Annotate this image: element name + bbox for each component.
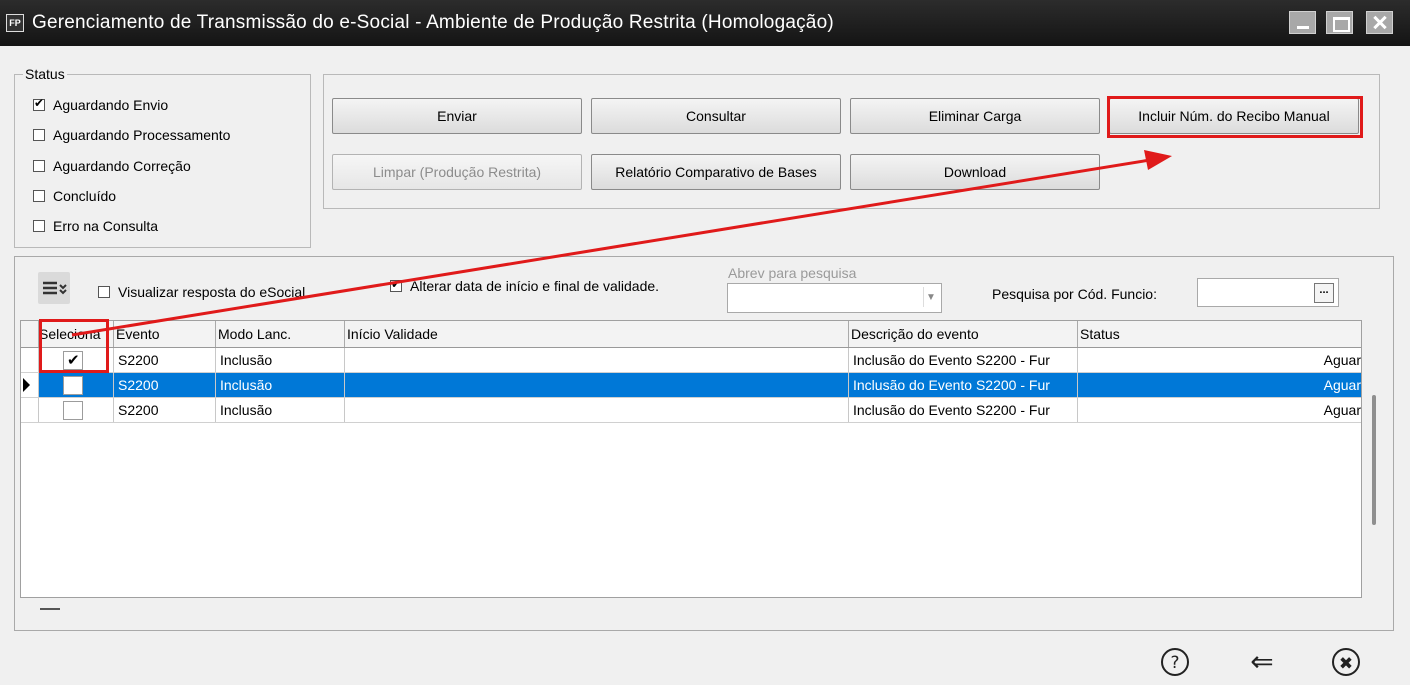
maximize-button[interactable]: [1326, 11, 1353, 34]
table-row[interactable]: S2200 Inclusão Inclusão do Evento S2200 …: [21, 373, 1361, 398]
status-label: Erro na Consulta: [53, 218, 159, 234]
svg-text:?: ?: [1170, 653, 1179, 673]
status-concluido[interactable]: Concluído: [33, 186, 116, 206]
consultar-button[interactable]: Consultar: [591, 98, 841, 134]
title-bar: FP Gerenciamento de Transmissão do e-Soc…: [0, 0, 1410, 46]
row-status: Aguar: [1323, 402, 1361, 418]
close-window-button[interactable]: [1366, 11, 1393, 34]
enviar-button[interactable]: Enviar: [332, 98, 582, 134]
visualizar-resposta-label: Visualizar resposta do eSocial: [118, 284, 306, 300]
minimize-button[interactable]: [1289, 11, 1316, 34]
vertical-scrollbar[interactable]: [1372, 395, 1376, 525]
abrev-pesquisa-label: Abrev para pesquisa: [728, 265, 857, 281]
status-label: Aguardando Processamento: [53, 127, 231, 143]
alterar-validade-option[interactable]: Alterar data de início e final de valida…: [390, 276, 659, 296]
row-inicio: [345, 373, 849, 397]
relatorio-comparativo-button[interactable]: Relatório Comparativo de Bases: [591, 154, 841, 190]
row-modo: Inclusão: [216, 398, 345, 422]
header-indicator: [21, 321, 39, 347]
alterar-validade-checkbox[interactable]: [390, 277, 402, 292]
status-aguardando-correcao[interactable]: Aguardando Correção: [33, 156, 191, 176]
checkbox-erro-consulta[interactable]: [33, 220, 45, 232]
status-group-legend: Status: [23, 66, 67, 82]
window-title: Gerenciamento de Transmissão do e-Social…: [32, 12, 834, 33]
table-row[interactable]: S2200 Inclusão Inclusão do Evento S2200 …: [21, 398, 1361, 423]
pesquisa-cod-label: Pesquisa por Cód. Funcio:: [992, 286, 1157, 302]
help-icon[interactable]: ?: [1159, 646, 1191, 678]
row-status: Aguar: [1323, 352, 1361, 368]
row-select-cell[interactable]: [39, 373, 114, 397]
visualizar-resposta-checkbox[interactable]: [98, 286, 110, 298]
row-modo: Inclusão: [216, 373, 345, 397]
download-button[interactable]: Download: [850, 154, 1100, 190]
checkbox-aguardando-envio[interactable]: [33, 96, 45, 111]
events-grid: Seleciona Evento Modo Lanc. Início Valid…: [20, 320, 1362, 598]
eliminar-carga-button[interactable]: Eliminar Carga: [850, 98, 1100, 134]
header-modo-lanc[interactable]: Modo Lanc.: [216, 321, 345, 347]
grid-header: Seleciona Evento Modo Lanc. Início Valid…: [21, 321, 1361, 348]
header-status[interactable]: Status: [1078, 321, 1361, 347]
row-indicator: [21, 348, 39, 372]
alterar-validade-label: Alterar data de início e final de valida…: [410, 278, 660, 294]
abrev-pesquisa-combo[interactable]: ▼: [727, 283, 942, 313]
status-label: Aguardando Correção: [53, 158, 191, 174]
row-inicio: [345, 398, 849, 422]
pesquisa-cod-input[interactable]: ...: [1197, 278, 1339, 307]
row-indicator: [21, 398, 39, 422]
row-descricao: Inclusão do Evento S2200 - Fur: [849, 398, 1078, 422]
visualizar-resposta-option[interactable]: Visualizar resposta do eSocial: [98, 282, 305, 302]
ellipsis-button[interactable]: ...: [1314, 283, 1334, 303]
row-status: Aguar: [1323, 377, 1361, 393]
row-modo: Inclusão: [216, 348, 345, 372]
checkbox-concluido[interactable]: [33, 190, 45, 202]
row-evento: S2200: [114, 398, 216, 422]
back-arrow-icon[interactable]: ⇐: [1246, 646, 1278, 678]
table-row[interactable]: S2200 Inclusão Inclusão do Evento S2200 …: [21, 348, 1361, 373]
row-inicio: [345, 348, 849, 372]
highlight-incluir-recibo: [1107, 96, 1363, 138]
row-select-checkbox[interactable]: [63, 401, 83, 420]
row-evento: S2200: [114, 373, 216, 397]
header-evento[interactable]: Evento: [114, 321, 216, 347]
status-group: Status Aguardando Envio Aguardando Proce…: [14, 66, 311, 248]
checkbox-aguardando-processamento[interactable]: [33, 129, 45, 141]
checkbox-aguardando-correcao[interactable]: [33, 160, 45, 172]
status-erro-consulta[interactable]: Erro na Consulta: [33, 216, 158, 236]
panel-splitter-handle[interactable]: [40, 608, 60, 610]
header-descricao[interactable]: Descrição do evento: [849, 321, 1078, 347]
current-row-arrow-icon: [23, 378, 30, 392]
collapse-toggle-icon[interactable]: [38, 272, 70, 304]
row-select-checkbox[interactable]: [63, 376, 83, 395]
status-aguardando-processamento[interactable]: Aguardando Processamento: [33, 125, 230, 145]
row-indicator: [21, 373, 39, 397]
highlight-seleciona-column: [39, 319, 109, 373]
limpar-producao-restrita-button[interactable]: Limpar (Produção Restrita): [332, 154, 582, 190]
status-label: Aguardando Envio: [53, 97, 169, 113]
chevron-down-icon[interactable]: ▼: [923, 287, 938, 307]
row-select-cell[interactable]: [39, 398, 114, 422]
status-label: Concluído: [53, 188, 117, 204]
row-descricao: Inclusão do Evento S2200 - Fur: [849, 348, 1078, 372]
status-aguardando-envio[interactable]: Aguardando Envio: [33, 95, 168, 115]
row-evento: S2200: [114, 348, 216, 372]
close-circle-icon[interactable]: ✖: [1330, 646, 1362, 678]
app-icon: FP: [6, 14, 24, 32]
svg-text:✖: ✖: [1339, 654, 1353, 674]
row-descricao: Inclusão do Evento S2200 - Fur: [849, 373, 1078, 397]
header-inicio-validade[interactable]: Início Validade: [345, 321, 849, 347]
